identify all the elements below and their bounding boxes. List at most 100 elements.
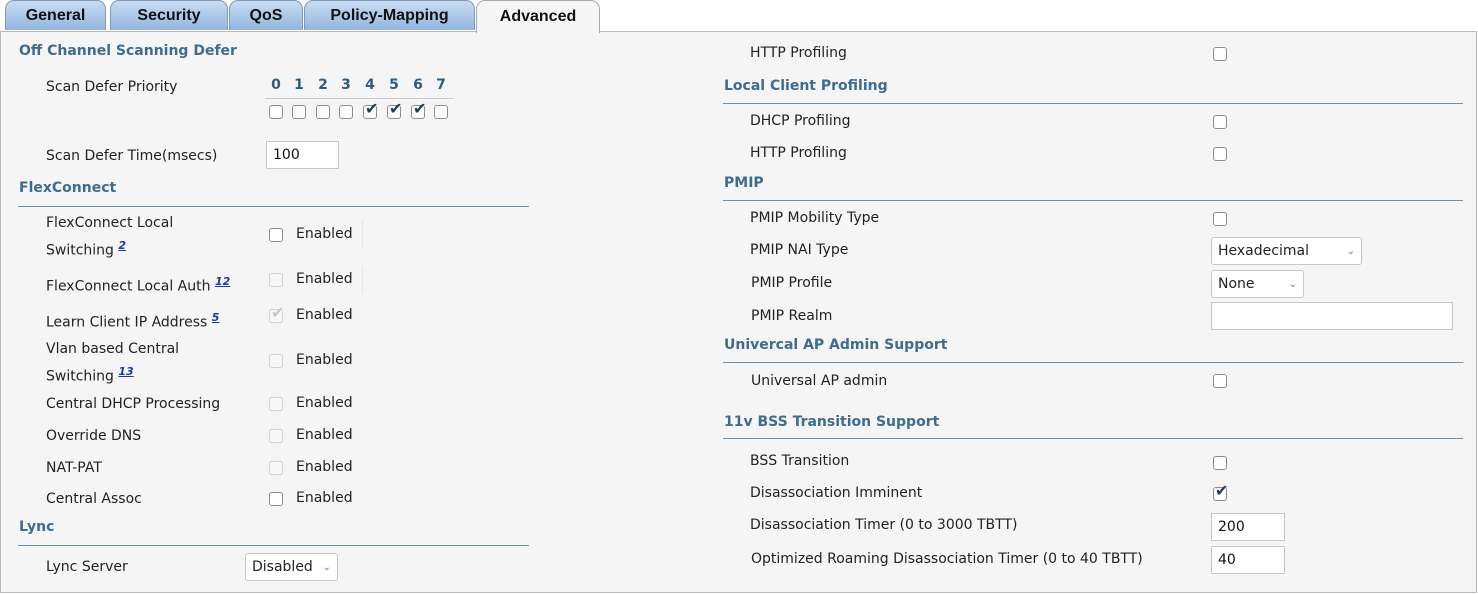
tab-label: Policy-Mapping: [330, 6, 449, 24]
universal-ap-admin-checkbox[interactable]: [1213, 374, 1227, 388]
pmip-mobility-type-checkbox[interactable]: [1213, 212, 1227, 226]
section-pmip-title: PMIP: [724, 175, 764, 191]
tab-policy-mapping[interactable]: Policy-Mapping: [304, 0, 475, 30]
divider: [362, 220, 363, 248]
priority-number: 3: [341, 77, 351, 93]
priority-checkbox-0[interactable]: [269, 105, 283, 119]
flexconnect-local-switching-label: FlexConnect Local Switching 2: [46, 215, 174, 259]
tab-label: QoS: [249, 6, 283, 24]
enabled-label: Enabled: [296, 427, 353, 443]
select-value: None: [1218, 276, 1255, 292]
section-divider: [723, 438, 1463, 439]
flexconnect-local-switching-checkbox[interactable]: [269, 228, 283, 242]
enabled-label: Enabled: [296, 459, 353, 475]
lync-server-select[interactable]: Disabled ⌄: [245, 553, 338, 581]
priority-checkbox-6[interactable]: ✔: [411, 101, 426, 119]
pmip-profile-select[interactable]: None ⌄: [1211, 270, 1304, 298]
checkmark-icon: ✔: [413, 99, 427, 118]
footnote-link[interactable]: 5: [212, 311, 220, 324]
tab-general[interactable]: General: [5, 0, 106, 30]
chevron-down-icon: ⌄: [1346, 245, 1355, 257]
tab-qos[interactable]: QoS: [229, 0, 303, 30]
priority-checkbox-5[interactable]: ✔: [387, 101, 402, 119]
section-divider: [723, 200, 1463, 201]
http-profiling-label: HTTP Profiling: [750, 45, 847, 61]
learn-client-ip-label: Learn Client IP Address 5: [46, 311, 220, 331]
pmip-nai-type-select[interactable]: Hexadecimal ⌄: [1211, 237, 1362, 265]
checkmark-icon: ✔: [389, 99, 403, 118]
optimized-roaming-timer-input[interactable]: 40: [1211, 546, 1285, 574]
http-profiling-checkbox[interactable]: [1213, 47, 1227, 61]
central-dhcp-label: Central DHCP Processing: [46, 396, 221, 412]
checkmark-icon: ✔: [1215, 481, 1229, 500]
dhcp-profiling-checkbox[interactable]: [1213, 115, 1227, 129]
section-flexconnect-title: FlexConnect: [19, 180, 117, 196]
divider: [362, 266, 363, 294]
enabled-label: Enabled: [296, 352, 353, 368]
pmip-realm-label: PMIP Realm: [751, 308, 833, 324]
central-assoc-checkbox[interactable]: [269, 492, 283, 506]
priority-checkbox-7[interactable]: [434, 105, 448, 119]
override-dns-checkbox[interactable]: [269, 429, 283, 443]
enabled-label: Enabled: [296, 226, 353, 242]
priority-number: 7: [436, 77, 446, 93]
scan-defer-time-label: Scan Defer Time(msecs): [46, 148, 218, 164]
tab-label: Advanced: [499, 8, 577, 25]
pmip-mobility-type-label: PMIP Mobility Type: [750, 210, 880, 226]
central-dhcp-checkbox[interactable]: [269, 397, 283, 411]
universal-ap-admin-label: Universal AP admin: [751, 373, 888, 389]
enabled-label: Enabled: [296, 490, 353, 506]
local-http-profiling-checkbox[interactable]: [1213, 147, 1227, 161]
scan-defer-time-input[interactable]: 100: [266, 141, 339, 169]
learn-client-ip-checkbox[interactable]: ✔: [269, 305, 284, 323]
enabled-label: Enabled: [296, 395, 353, 411]
pmip-realm-input[interactable]: [1211, 302, 1453, 330]
priority-checkbox-1[interactable]: [292, 105, 306, 119]
tab-advanced[interactable]: Advanced: [476, 0, 600, 33]
select-value: Disabled: [252, 559, 313, 575]
checkmark-icon: ✔: [365, 99, 379, 118]
section-divider: [18, 545, 529, 546]
vlan-central-switching-checkbox[interactable]: [269, 354, 283, 368]
scan-defer-priority-label: Scan Defer Priority: [46, 79, 178, 95]
priority-number: 6: [413, 77, 423, 93]
priority-number: 2: [318, 77, 328, 93]
section-universal-ap-title: Univercal AP Admin Support: [724, 337, 948, 353]
chevron-down-icon: ⌄: [1288, 278, 1297, 290]
bss-transition-label: BSS Transition: [750, 453, 850, 469]
section-off-channel-title: Off Channel Scanning Defer: [19, 43, 237, 59]
disassociation-timer-input[interactable]: 200: [1211, 513, 1285, 541]
footnote-link[interactable]: 12: [215, 275, 230, 288]
lync-server-label: Lync Server: [46, 559, 128, 575]
select-value: Hexadecimal: [1218, 243, 1309, 259]
disassociation-timer-label: Disassociation Timer (0 to 3000 TBTT): [750, 517, 1018, 533]
local-http-profiling-label: HTTP Profiling: [750, 145, 847, 161]
pmip-profile-label: PMIP Profile: [751, 275, 833, 291]
bss-transition-checkbox[interactable]: [1213, 456, 1227, 470]
chevron-down-icon: ⌄: [322, 561, 331, 573]
flexconnect-local-auth-label: FlexConnect Local Auth 12: [46, 275, 231, 295]
tab-label: Security: [137, 6, 201, 24]
priority-number: 4: [365, 77, 375, 93]
central-assoc-label: Central Assoc: [46, 491, 142, 507]
enabled-label: Enabled: [296, 307, 353, 323]
section-local-client-profiling-title: Local Client Profiling: [724, 78, 888, 94]
tab-security[interactable]: Security: [110, 0, 228, 30]
footnote-link[interactable]: 2: [118, 239, 126, 252]
priority-checkbox-4[interactable]: ✔: [363, 101, 378, 119]
nat-pat-checkbox[interactable]: [269, 461, 283, 475]
priority-number: 1: [294, 77, 304, 93]
disassociation-imminent-label: Disassociation Imminent: [750, 485, 923, 501]
flexconnect-local-auth-checkbox[interactable]: [269, 273, 283, 287]
priority-checkbox-2[interactable]: [316, 105, 330, 119]
disassociation-imminent-checkbox[interactable]: ✔: [1213, 483, 1228, 501]
nat-pat-label: NAT-PAT: [46, 460, 102, 476]
footnote-link[interactable]: 13: [118, 365, 133, 378]
priority-checkbox-3[interactable]: [339, 105, 353, 119]
tab-label: General: [25, 6, 86, 24]
override-dns-label: Override DNS: [46, 428, 142, 444]
section-divider: [723, 103, 1463, 104]
pmip-nai-type-label: PMIP NAI Type: [750, 242, 849, 258]
priority-number: 0: [271, 77, 281, 93]
checkmark-icon: ✔: [271, 303, 285, 322]
